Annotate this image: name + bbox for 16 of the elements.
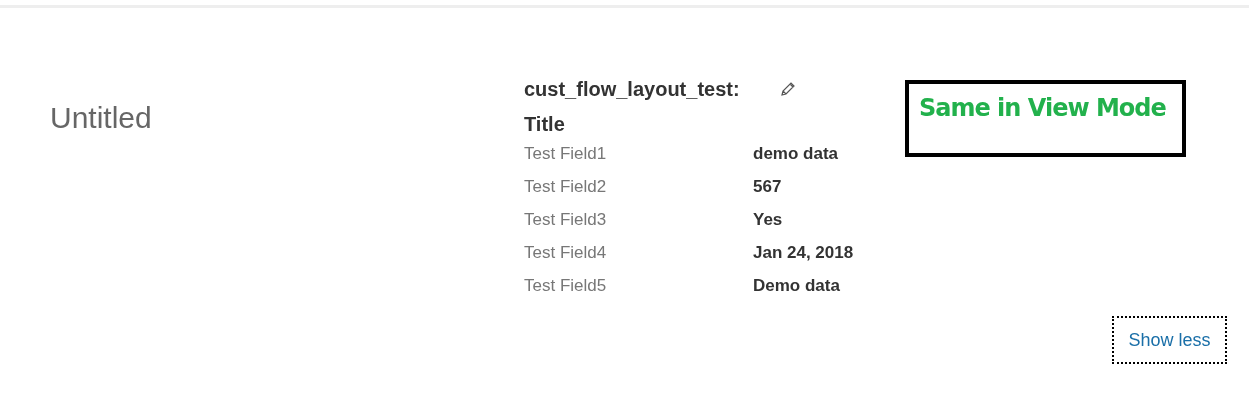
field-label: Test Field2 — [524, 176, 608, 197]
field-label: Test Field4 — [524, 242, 608, 263]
show-less-button[interactable]: Show less — [1112, 316, 1227, 364]
field-value: demo data — [753, 143, 839, 164]
field-label: Test Field1 — [524, 143, 608, 164]
field-value: 567 — [753, 176, 782, 197]
field-value: Demo data — [753, 275, 840, 296]
record-title: cust_flow_layout_test: — [524, 77, 740, 101]
page-title: Untitled — [50, 101, 152, 134]
field-value: Jan 24, 2018 — [753, 242, 854, 263]
field-label: Test Field3 — [524, 209, 608, 230]
pencil-icon[interactable] — [779, 81, 796, 97]
annotation-note: Same in View Mode — [905, 80, 1186, 157]
section-title: Title — [524, 113, 566, 136]
field-value: Yes — [753, 209, 783, 230]
field-label: Test Field5 — [524, 275, 608, 296]
